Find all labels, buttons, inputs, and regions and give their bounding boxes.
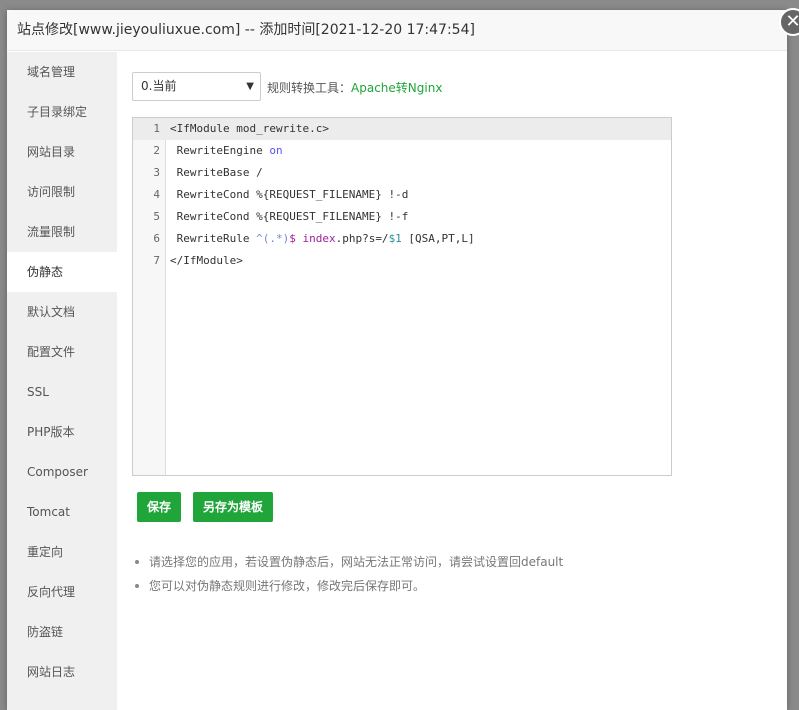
select-value: 0.当前 [141,79,177,93]
convert-tool: 规则转换工具：Apache转Nginx [267,79,442,96]
sidebar-item[interactable]: 子目录绑定 [7,92,117,132]
sidebar-item[interactable]: 防盗链 [7,612,117,652]
line-number: 2 [153,144,160,157]
chevron-down-icon: ▼ [246,81,254,92]
template-select[interactable]: 0.当前 ▼ [132,72,261,101]
line-number: 5 [153,210,160,223]
sidebar-item[interactable]: 网站日志 [7,652,117,692]
sidebar-item[interactable]: SSL [7,372,117,412]
save-as-template-button[interactable]: 另存为模板 [193,492,274,522]
sidebar-item[interactable]: Tomcat [7,492,117,532]
sidebar-item[interactable]: 伪静态 [7,252,117,292]
code-line: 1 <IfModule mod_rewrite.c> [133,118,671,140]
line-number: 7 [153,254,160,267]
code-line: 5 RewriteCond %{REQUEST_FILENAME} !-f [133,206,671,228]
save-button[interactable]: 保存 [137,492,182,522]
line-number: 1 [153,122,160,135]
code-line: 6 RewriteRule ^(.*)$ index.php?s=/$1 [QS… [133,228,671,250]
code-text: RewriteCond %{REQUEST_FILENAME} !-f [170,210,409,223]
dialog-title: 站点修改[www.jieyouliuxue.com] -- 添加时间[2021-… [7,10,787,51]
tool-label: 规则转换工具： [267,81,352,95]
code-line: 2 RewriteEngine on [133,140,671,162]
sidebar-item[interactable]: 访问限制 [7,172,117,212]
sidebar: 域名管理 子目录绑定 网站目录 访问限制 流量限制 伪静态 默认文档 配置文件 SSL PHP版本… [7,52,117,710]
tips-list: 请选择您的应用，若设置伪静态后，网站无法正常访问，请尝试设置回default 您… [133,550,563,598]
sidebar-item[interactable]: 域名管理 [7,52,117,92]
sidebar-item[interactable]: 网站目录 [7,132,117,172]
sidebar-item[interactable]: 流量限制 [7,212,117,252]
tip-item: 请选择您的应用，若设置伪静态后，网站无法正常访问，请尝试设置回default [133,550,563,574]
code-text: RewriteEngine on [170,144,283,157]
sidebar-item[interactable]: 配置文件 [7,332,117,372]
code-text: </IfModule> [170,254,243,267]
code-line: 4 RewriteCond %{REQUEST_FILENAME} !-d [133,184,671,206]
code-editor[interactable]: 1 <IfModule mod_rewrite.c> 2 RewriteEngine… [132,117,672,476]
close-icon[interactable]: ✕ [779,8,799,36]
code-line: 3 RewriteBase / [133,162,671,184]
sidebar-item[interactable]: PHP版本 [7,412,117,452]
site-edit-dialog: 站点修改[www.jieyouliuxue.com] -- 添加时间[2021-… [7,8,799,710]
rewrite-panel: 0.当前 ▼ 规则转换工具：Apache转Nginx 1 <IfModule mod… [117,52,787,710]
code-text: RewriteRule ^(.*)$ index.php?s=/$1 [QSA,… [170,232,475,245]
sidebar-item[interactable]: 反向代理 [7,572,117,612]
sidebar-item[interactable]: 重定向 [7,532,117,572]
code-text: <IfModule mod_rewrite.c> [170,122,329,135]
code-line: 7 </IfModule> [133,250,671,272]
line-number: 6 [153,232,160,245]
code-text: RewriteCond %{REQUEST_FILENAME} !-d [170,188,409,201]
code-text: RewriteBase / [170,166,263,179]
sidebar-item[interactable]: Composer [7,452,117,492]
line-number: 4 [153,188,160,201]
sidebar-item[interactable]: 默认文档 [7,292,117,332]
tip-item: 您可以对伪静态规则进行修改，修改完后保存即可。 [133,574,563,598]
apache-to-nginx-link[interactable]: Apache转Nginx [351,81,442,95]
line-number: 3 [153,166,160,179]
